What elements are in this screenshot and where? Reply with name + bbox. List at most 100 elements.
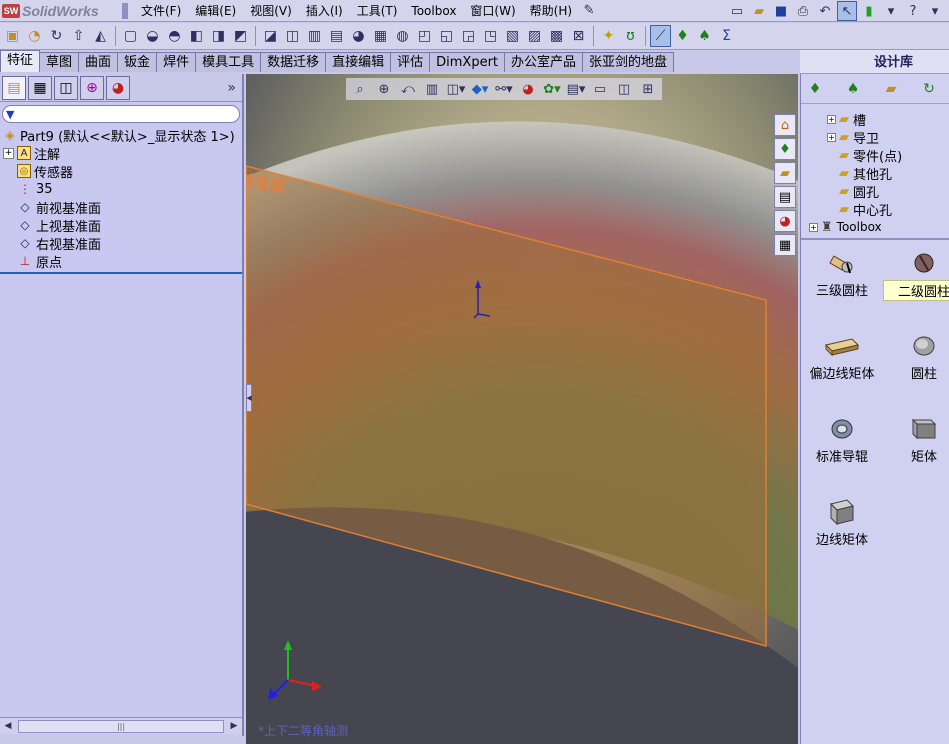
command-tab-0[interactable]: 特征 — [0, 50, 41, 72]
configuration-manager-tab-icon[interactable]: ◫ — [54, 75, 78, 100]
command-tab-9[interactable]: DimXpert — [429, 52, 506, 72]
library-folder-1[interactable]: + ▰ 导卫 — [801, 128, 949, 147]
library-folder-5[interactable]: ▰ 中心孔 — [801, 200, 949, 219]
menu-view[interactable]: 视图(V) — [243, 0, 299, 22]
add-file-location-icon[interactable]: ♠ — [843, 79, 863, 99]
command-tab-5[interactable]: 模具工具 — [195, 52, 262, 72]
tree-item-3[interactable]: ◇ 前视基准面 — [0, 198, 242, 217]
mirror-icon[interactable]: ◰ — [414, 25, 435, 47]
section-view-icon[interactable]: ▥ — [421, 79, 443, 99]
instant3d-toggle-icon[interactable]: ⟋ — [650, 25, 671, 47]
expand-toggle-icon[interactable]: + — [827, 114, 836, 124]
model-viewport[interactable] — [246, 74, 798, 744]
command-tab-7[interactable]: 直接编辑 — [325, 52, 392, 72]
menu-grip[interactable] — [122, 2, 128, 19]
command-tab-6[interactable]: 数据迁移 — [260, 52, 327, 72]
chamfer-icon[interactable]: ◩ — [230, 25, 251, 47]
library-folder-2[interactable]: ▰ 零件(点) — [801, 146, 949, 165]
command-tab-2[interactable]: 曲面 — [78, 52, 119, 72]
revolve-boss-icon[interactable]: ◔ — [24, 25, 45, 47]
help-question-icon[interactable]: ? — [903, 1, 923, 21]
scroll-left-icon[interactable]: ◀ — [0, 718, 16, 734]
library-item-0[interactable]: 三级圆柱 — [801, 246, 883, 299]
library-item-1[interactable]: 二级圆柱 — [883, 246, 949, 301]
command-tab-10[interactable]: 办公室产品 — [504, 52, 584, 72]
add-to-library-icon[interactable]: ♦ — [805, 79, 825, 99]
library-folder-6[interactable]: + ♜ Toolbox — [801, 218, 949, 236]
command-tab-3[interactable]: 钣金 — [117, 52, 158, 72]
curve-tool-icon[interactable]: ʊ — [620, 25, 641, 47]
split-icon[interactable]: ▨ — [524, 25, 545, 47]
reference-geometry-icon[interactable]: ◳ — [480, 25, 501, 47]
view-orientation-icon[interactable]: ◫▾ — [445, 79, 467, 99]
revolve-cut-icon[interactable]: ◒ — [142, 25, 163, 47]
expand-chevron-icon[interactable]: » — [227, 80, 236, 96]
display-style-icon[interactable]: ◆▾ — [469, 79, 491, 99]
command-tab-4[interactable]: 焊件 — [156, 52, 197, 72]
tree-item-5[interactable]: ◇ 右视基准面 — [0, 234, 242, 253]
scroll-right-icon[interactable]: ▶ — [226, 718, 242, 734]
wrap-icon[interactable]: ▤ — [326, 25, 347, 47]
intersect-icon[interactable]: ⊠ — [568, 25, 589, 47]
pin-icon[interactable]: ✎ — [579, 1, 599, 21]
save-icon[interactable]: ■ — [771, 1, 791, 21]
viewport-quad-icon[interactable]: ⊞ — [637, 79, 659, 99]
swept-cut-icon[interactable]: ◓ — [164, 25, 185, 47]
design-library-tab-icon[interactable]: ♦ — [774, 138, 796, 160]
feature-tree-tab-icon[interactable]: ▤ — [2, 75, 26, 100]
toolbar-overflow-icon[interactable]: ▾ — [925, 1, 945, 21]
library-item-4[interactable]: 标准导辊 — [801, 412, 883, 465]
scroll-thumb[interactable]: ||| — [18, 719, 224, 733]
feature-tree-horizontal-scrollbar[interactable]: ◀ ||| ▶ — [0, 717, 242, 734]
tree-item-2[interactable]: ⋮ 35 — [0, 180, 242, 198]
menu-help[interactable]: 帮助(H) — [523, 0, 579, 22]
tree-item-0[interactable]: + A 注解 — [0, 144, 242, 163]
expand-toggle-icon[interactable]: + — [827, 132, 836, 142]
refresh-icon[interactable]: ↻ — [919, 79, 939, 99]
sweep-icon[interactable]: ↻ — [46, 25, 67, 47]
apply-scene-icon[interactable]: ✿▾ — [541, 79, 563, 99]
tree-item-1[interactable]: ◎ 传感器 — [0, 162, 242, 181]
view-palette-tab-icon[interactable]: ▤ — [774, 186, 796, 208]
print-icon[interactable]: ⎙ — [793, 1, 813, 21]
menu-window[interactable]: 窗口(W) — [463, 0, 522, 22]
rebuild-icon[interactable]: ▮ — [859, 1, 879, 21]
extrude-cut-icon[interactable]: ▢ — [120, 25, 141, 47]
graphics-area[interactable]: 基准面 ⌕ ⊕ ⤺ ▥ ◫▾ ◆▾ ⚯▾ ◕ ✿▾ ▤▾ ▭ ◫ ⊞ ⌂ ♦ ▰… — [246, 74, 798, 744]
lofted-cut-icon[interactable]: ◧ — [186, 25, 207, 47]
menu-edit[interactable]: 编辑(E) — [188, 0, 243, 22]
circular-pattern-icon[interactable]: ◍ — [392, 25, 413, 47]
panel-collapse-handle[interactable]: ◀ — [246, 384, 252, 412]
shell-icon[interactable]: ▥ — [304, 25, 325, 47]
custom-properties-tab-icon[interactable]: ▦ — [774, 234, 796, 256]
menu-insert[interactable]: 插入(I) — [299, 0, 350, 22]
edit-appearance-icon[interactable]: ◕ — [517, 79, 539, 99]
toolbox-icon[interactable]: ♠ — [694, 25, 715, 47]
library-folder-0[interactable]: + ▰ 槽 — [801, 110, 949, 129]
boundary-boss-icon[interactable]: ◭ — [90, 25, 111, 47]
options-icon[interactable]: ▾ — [881, 1, 901, 21]
linear-pattern-icon[interactable]: ▦ — [370, 25, 391, 47]
select-pointer-icon[interactable]: ↖ — [837, 1, 857, 21]
view-settings-icon[interactable]: ▤▾ — [565, 79, 587, 99]
loft-icon[interactable]: ⇧ — [68, 25, 89, 47]
hole-wizard-icon[interactable]: ◱ — [436, 25, 457, 47]
dimxpert-tab-icon[interactable]: ⊕ — [80, 75, 104, 100]
expand-toggle-icon[interactable]: + — [3, 147, 14, 159]
routing-icon[interactable]: ♦ — [672, 25, 693, 47]
library-folder-4[interactable]: ▰ 圆孔 — [801, 182, 949, 201]
file-explorer-tab-icon[interactable]: ▰ — [774, 162, 796, 184]
feature-filter-input[interactable]: ▼ — [2, 105, 240, 123]
library-item-2[interactable]: 偏边线矩体 — [801, 329, 883, 382]
fillet-icon[interactable]: ◨ — [208, 25, 229, 47]
zoom-area-icon[interactable]: ⊕ — [373, 79, 395, 99]
menu-file[interactable]: 文件(F) — [134, 0, 188, 22]
magic-wand-icon[interactable]: ✦ — [598, 25, 619, 47]
menu-tools[interactable]: 工具(T) — [350, 0, 405, 22]
sum-icon[interactable]: Σ — [716, 25, 737, 47]
undo-icon[interactable]: ↶ — [815, 1, 835, 21]
extrude-boss-icon[interactable]: ▣ — [2, 25, 23, 47]
appearances-tab-icon[interactable]: ◕ — [774, 210, 796, 232]
open-folder-icon[interactable]: ▰ — [749, 1, 769, 21]
library-folder-3[interactable]: ▰ 其他孔 — [801, 164, 949, 183]
